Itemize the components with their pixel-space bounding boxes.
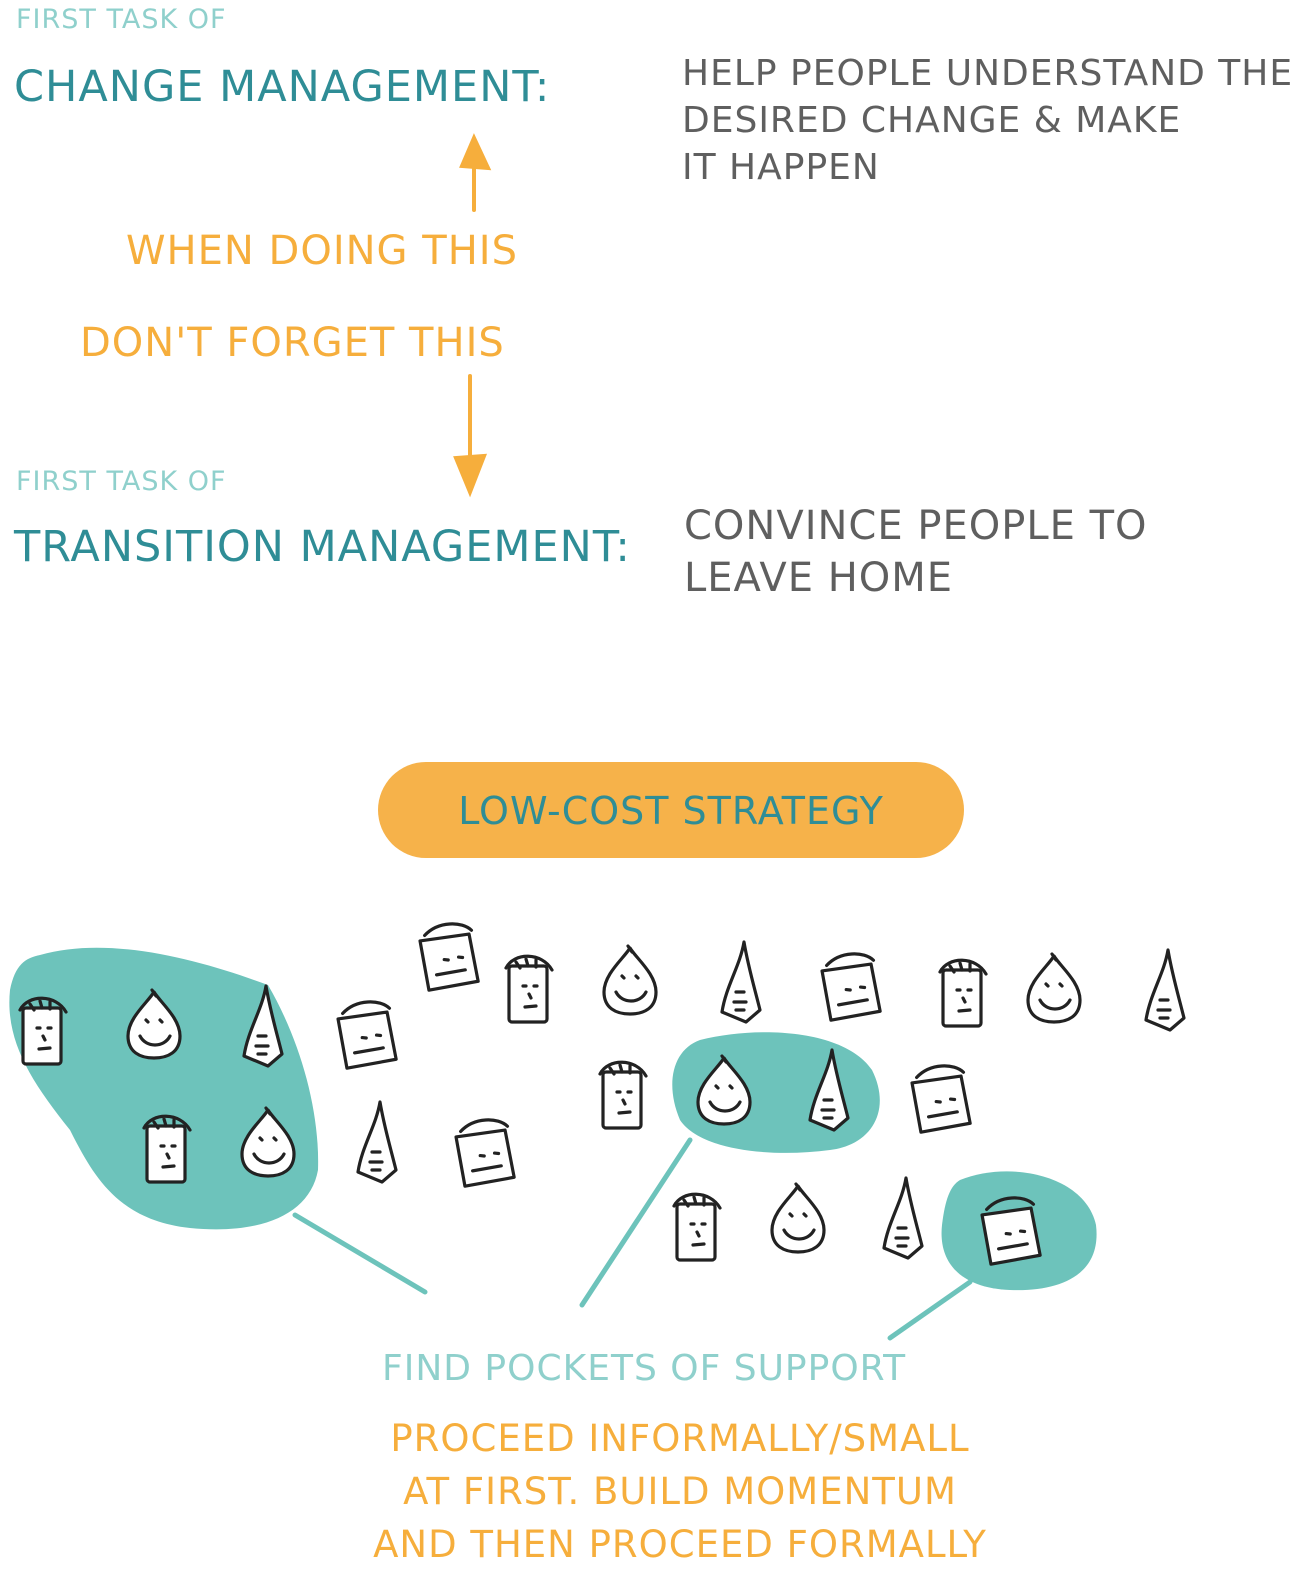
proceed-line: AND THEN PROCEED FORMALLY <box>373 1523 987 1566</box>
arrow-up-icon <box>459 133 492 212</box>
tilted-face-icon <box>454 1118 516 1188</box>
proceed-line: AT FIRST. BUILD MOMENTUM <box>403 1470 957 1513</box>
pointed-face-icon <box>882 1176 924 1260</box>
find-pockets-of-support-label: FIND POCKETS OF SUPPORT <box>382 1348 907 1389</box>
square-face-icon <box>672 1192 722 1262</box>
square-face-icon <box>598 1060 648 1130</box>
arrow-down-icon <box>453 374 488 498</box>
square-face-icon <box>504 954 554 1024</box>
round-face-icon <box>770 1182 826 1254</box>
support-pocket-large <box>9 947 319 1230</box>
square-face-icon <box>18 996 68 1066</box>
round-face-icon <box>602 944 658 1016</box>
proceed-line: PROCEED INFORMALLY/SMALL <box>390 1417 970 1460</box>
pointed-face-icon <box>1144 948 1186 1032</box>
tilted-face-icon <box>418 922 480 992</box>
tilted-face-icon <box>820 952 882 1022</box>
square-face-icon <box>938 958 988 1028</box>
pointed-face-icon <box>356 1100 398 1184</box>
pointed-face-icon <box>720 940 762 1024</box>
round-face-icon <box>1026 952 1082 1024</box>
tilted-face-icon <box>910 1064 972 1134</box>
proceed-informally-text: PROCEED INFORMALLY/SMALL AT FIRST. BUILD… <box>330 1412 1030 1571</box>
crowd-illustration <box>9 133 1186 1341</box>
square-face-icon <box>142 1114 192 1184</box>
tilted-face-icon <box>336 1000 398 1070</box>
